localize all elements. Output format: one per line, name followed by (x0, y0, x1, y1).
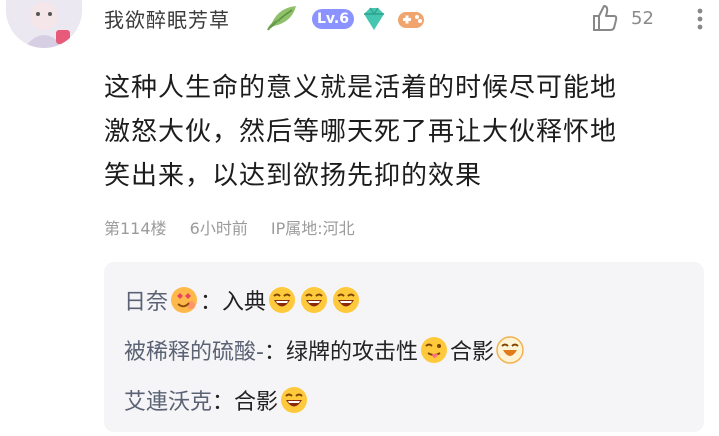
reply-author[interactable]: 被稀释的硫酸- (124, 334, 264, 366)
username[interactable]: 我欲醉眠芳草 (104, 4, 230, 33)
reply-text: 合影 (234, 390, 279, 415)
reply-author[interactable]: 日奈 (124, 284, 168, 316)
leaf-badge-icon (266, 2, 300, 32)
reply-text: 合影 (449, 340, 494, 365)
reply-author[interactable]: 艾連沃克 (124, 384, 212, 416)
comment-line: 这种人生命的意义就是活着的时候尽可能地 (104, 73, 618, 103)
more-icon[interactable] (690, 6, 710, 32)
avatar[interactable] (6, 0, 82, 48)
post-time: 6小时前 (189, 219, 248, 238)
thumbs-up-icon[interactable] (592, 4, 618, 32)
ip-location: IP属地:河北 (270, 219, 355, 238)
floor-number: 第114楼 (104, 219, 167, 238)
comment-meta: 第114楼 6小时前 IP属地:河北 (104, 215, 373, 239)
laughing-emoji-icon (267, 285, 297, 315)
reply-separator: ： (263, 340, 286, 365)
reply-text: 绿牌的攻击性 (285, 340, 418, 365)
tongue-emoji-icon (419, 335, 449, 365)
heart-eyes-emoji-icon (169, 285, 199, 315)
reply-separator: ： (200, 290, 223, 315)
reply-item[interactable]: 日奈 ： 入典 (124, 284, 362, 316)
comment-content: 这种人生命的意义就是活着的时候尽可能地 激怒大伙，然后等哪天死了再让大伙释怀地 … (104, 66, 704, 198)
diamond-icon (360, 6, 388, 32)
comment-line: 笑出来，以达到欲扬先抑的效果 (104, 161, 483, 191)
laughing-emoji-icon (299, 285, 329, 315)
reply-item[interactable]: 被稀释的硫酸- ： 绿牌的攻击性 合影 (124, 334, 526, 366)
like-count: 52 (631, 8, 654, 29)
reply-list[interactable]: 日奈 ： 入典 被稀释的硫酸- ： 绿牌的攻击性 合影 艾連沃克 ： 合影 (104, 262, 704, 432)
reply-item[interactable]: 艾連沃克 ： 合影 (124, 384, 310, 416)
reply-separator: ： (212, 390, 235, 415)
laughing-emoji-icon (495, 335, 525, 365)
level-badge: Lv.6 (312, 9, 354, 29)
reply-text: 入典 (222, 290, 267, 315)
laughing-emoji-icon (279, 385, 309, 415)
comment-line: 激怒大伙，然后等哪天死了再让大伙释怀地 (104, 117, 618, 147)
laughing-emoji-icon (331, 285, 361, 315)
gamepad-icon (396, 6, 426, 32)
